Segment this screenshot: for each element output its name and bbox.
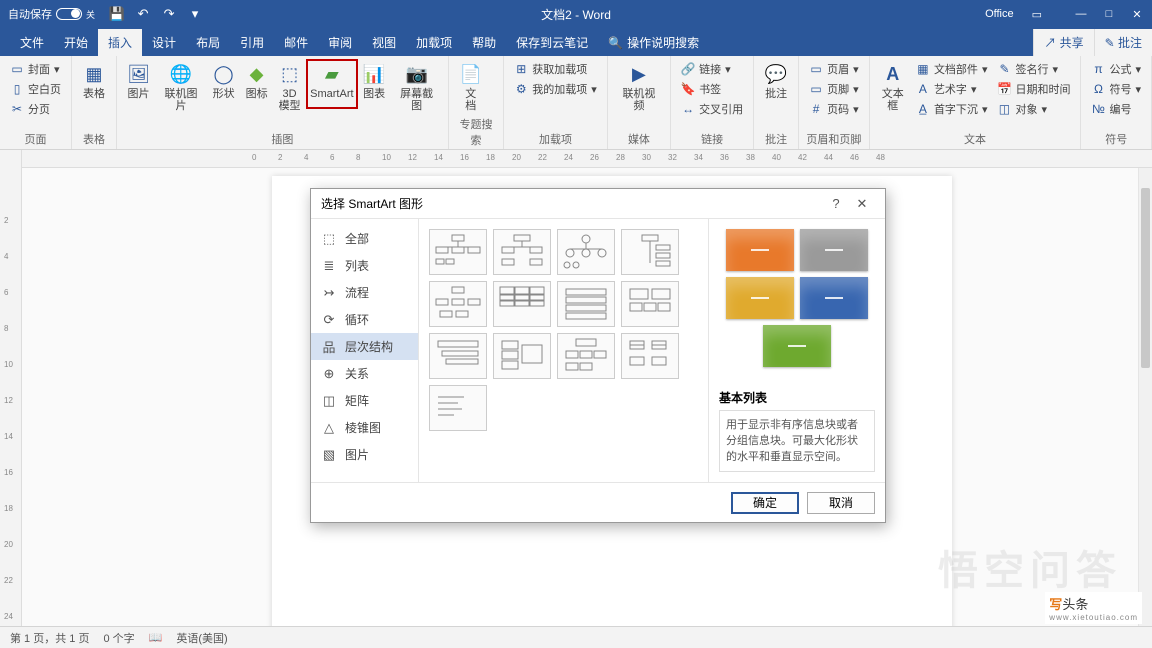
category-item-6[interactable]: ◫ 矩阵	[311, 387, 418, 414]
layout-thumb-11[interactable]	[621, 333, 679, 379]
category-label: 全部	[345, 230, 369, 247]
category-item-0[interactable]: ⬚ 全部	[311, 225, 418, 252]
category-item-1[interactable]: ≣ 列表	[311, 252, 418, 279]
preview-block-0	[726, 229, 794, 271]
category-icon: ≣	[321, 258, 337, 274]
category-icon: ⬚	[321, 231, 337, 247]
category-label: 列表	[345, 257, 369, 274]
category-icon: ◫	[321, 393, 337, 409]
layout-thumb-9[interactable]	[493, 333, 551, 379]
category-label: 循环	[345, 311, 369, 328]
language-status[interactable]: 英语(美国)	[176, 630, 227, 646]
preview-block-4	[763, 325, 831, 367]
preview-image	[719, 229, 875, 379]
layout-thumb-8[interactable]	[429, 333, 487, 379]
category-item-5[interactable]: ⊕ 关系	[311, 360, 418, 387]
category-list: ⬚全部≣列表↣流程⟳循环品层次结构⊕关系◫矩阵△棱锥图▧图片	[311, 219, 419, 482]
dialog-close-icon[interactable]: ✕	[849, 196, 875, 212]
category-icon: ↣	[321, 285, 337, 301]
category-item-4[interactable]: 品层次结构	[311, 333, 418, 360]
dialog-footer: 确定 取消	[311, 482, 885, 522]
layout-thumb-6[interactable]	[557, 281, 615, 327]
layout-thumb-2[interactable]	[557, 229, 615, 275]
watermark-logo: 写头条 www.xietoutiao.com	[1045, 592, 1142, 624]
layout-thumb-1[interactable]	[493, 229, 551, 275]
category-label: 流程	[345, 284, 369, 301]
category-icon: 品	[321, 339, 337, 355]
preview-block-3	[800, 277, 868, 319]
layout-thumb-4[interactable]	[429, 281, 487, 327]
preview-block-1	[800, 229, 868, 271]
ok-button[interactable]: 确定	[731, 492, 799, 514]
category-label: 层次结构	[345, 338, 393, 355]
layout-thumb-7[interactable]	[621, 281, 679, 327]
category-label: 矩阵	[345, 392, 369, 409]
category-icon: ▧	[321, 447, 337, 463]
spell-check-icon[interactable]: 📖	[149, 631, 163, 644]
cancel-button[interactable]: 取消	[807, 492, 875, 514]
layout-thumb-5[interactable]	[493, 281, 551, 327]
smartart-dialog: 选择 SmartArt 图形 ? ✕ ⬚全部≣列表↣流程⟳循环品层次结构⊕关系◫…	[310, 188, 886, 523]
status-bar: 第 1 页，共 1 页 0 个字 📖 英语(美国)	[0, 626, 1152, 648]
category-item-7[interactable]: △ 棱锥图	[311, 414, 418, 441]
category-icon: ⟳	[321, 312, 337, 328]
preview-description: 用于显示非有序信息块或者分组信息块。可最大化形状的水平和垂直显示空间。	[719, 410, 875, 472]
layout-thumb-10[interactable]	[557, 333, 615, 379]
layout-thumb-12[interactable]	[429, 385, 487, 431]
category-item-8[interactable]: ▧ 图片	[311, 441, 418, 468]
category-label: 棱锥图	[345, 419, 381, 436]
category-item-2[interactable]: ↣ 流程	[311, 279, 418, 306]
dialog-help-icon[interactable]: ?	[823, 196, 849, 211]
category-icon: ⊕	[321, 366, 337, 382]
page-status[interactable]: 第 1 页，共 1 页	[10, 630, 89, 646]
category-label: 图片	[345, 446, 369, 463]
layout-thumb-0[interactable]	[429, 229, 487, 275]
category-icon: △	[321, 420, 337, 436]
category-label: 关系	[345, 365, 369, 382]
preview-block-2	[726, 277, 794, 319]
dialog-overlay: 选择 SmartArt 图形 ? ✕ ⬚全部≣列表↣流程⟳循环品层次结构⊕关系◫…	[0, 0, 1152, 648]
dialog-titlebar[interactable]: 选择 SmartArt 图形 ? ✕	[311, 189, 885, 219]
dialog-title: 选择 SmartArt 图形	[321, 195, 423, 212]
layout-thumb-3[interactable]	[621, 229, 679, 275]
category-item-3[interactable]: ⟳ 循环	[311, 306, 418, 333]
layout-grid	[419, 219, 709, 482]
word-count[interactable]: 0 个字	[103, 630, 134, 646]
preview-title: 基本列表	[719, 389, 875, 406]
preview-panel: 基本列表 用于显示非有序信息块或者分组信息块。可最大化形状的水平和垂直显示空间。	[709, 219, 885, 482]
